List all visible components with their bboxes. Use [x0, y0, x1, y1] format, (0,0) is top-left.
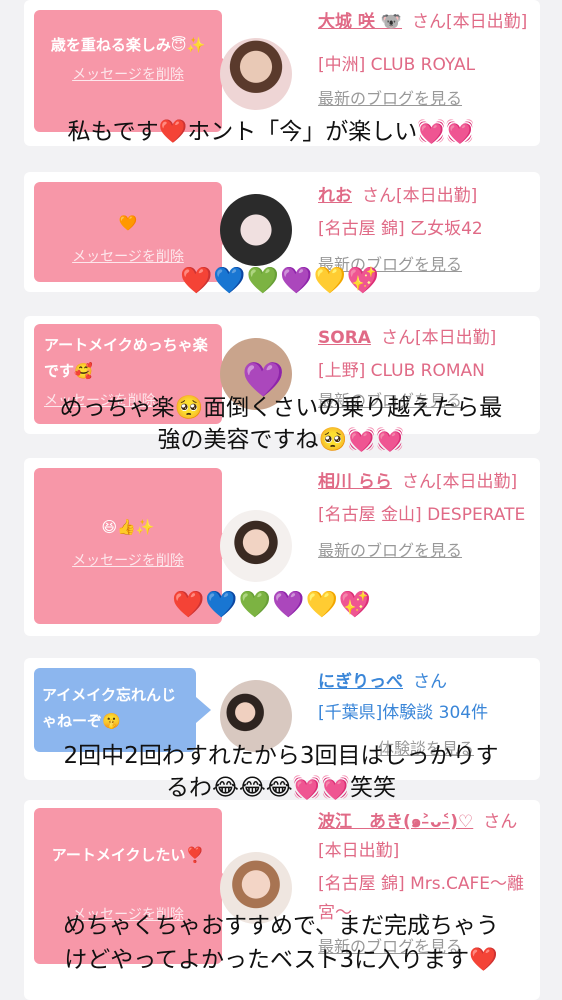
avatar[interactable]	[220, 38, 292, 110]
delete-message-link[interactable]: メッセージを削除	[44, 64, 212, 84]
overlay-caption: 強の美容ですね🥺💓💓	[157, 427, 405, 453]
heart-emoji-row: ❤️💙💚💜💛💖	[172, 590, 373, 620]
message-text: アートメイクしたい❣️	[51, 846, 205, 864]
cast-status: さん[本日出勤]	[412, 12, 528, 32]
avatar[interactable]	[220, 194, 292, 266]
cast-name-link[interactable]: SORA	[318, 328, 371, 348]
heart-emoji-row: ❤️💙💚💜💛💖	[180, 266, 381, 296]
cast-info: れお さん[本日出勤] [名古屋 錦] 乙女坂42 最新のブログを見る	[318, 182, 530, 279]
overlay-caption: めっちゃ楽🥺面倒くさいの乗り越えたら最	[59, 395, 503, 421]
cast-status: さん[本日出勤]	[380, 328, 497, 348]
cast-name-link[interactable]: にぎりっぺ	[318, 672, 403, 692]
cast-name-link[interactable]: 相川 らら	[318, 472, 392, 492]
store-link[interactable]: [中洲] CLUB ROYAL	[318, 51, 530, 80]
cast-status: さん[本日出勤]	[401, 472, 518, 492]
avatar[interactable]	[220, 510, 292, 582]
message-bubble: 歳を重ねる楽しみ😇✨ メッセージを削除	[34, 10, 237, 132]
cast-info: 相川 らら さん[本日出勤] [名古屋 金山] DESPERATE 最新のブログを…	[318, 468, 530, 565]
message-text: アイメイク忘れんじゃねーぞ🤫	[42, 686, 176, 730]
overlay-caption: けどやってよかったベスト3に入ります❤️	[64, 947, 498, 973]
store-link[interactable]: [千葉県]体験談 304件	[318, 699, 530, 728]
cast-name-link[interactable]: 大城 咲 🐨	[318, 12, 402, 32]
overlay-caption: めちゃくちゃおすすめで、まだ完成ちゃう	[62, 913, 500, 939]
store-link[interactable]: [名古屋 金山] DESPERATE	[318, 501, 530, 530]
blog-link[interactable]: 最新のブログを見る	[318, 536, 530, 565]
overlay-caption: 2回中2回わすれたから3回目はしっかりす	[63, 743, 499, 769]
cast-name-link[interactable]: れお	[318, 186, 352, 206]
cast-status: さん	[413, 672, 447, 692]
message-text: 歳を重ねる楽しみ😇✨	[50, 36, 206, 54]
blog-link[interactable]: 最新のブログを見る	[318, 84, 530, 113]
message-text: 😆👍✨	[101, 518, 155, 536]
cast-name-link[interactable]: 波江 あき(๑˃̵ᴗ˂̵)♡	[318, 812, 473, 832]
store-link[interactable]: [上野] CLUB ROMAN	[318, 357, 530, 386]
delete-message-link[interactable]: メッセージを削除	[44, 550, 212, 570]
message-text: 🧡	[118, 214, 138, 232]
store-link[interactable]: [名古屋 錦] 乙女坂42	[318, 215, 530, 244]
delete-message-link[interactable]: メッセージを削除	[44, 246, 212, 266]
message-text: アートメイクめっちゃ楽です🥰	[44, 336, 208, 380]
cast-status: さん[本日出勤]	[362, 186, 478, 206]
overlay-caption: 私もです❤️ホント「今」が楽しい💓💓	[67, 119, 475, 145]
cast-info: 大城 咲 🐨 さん[本日出勤] [中洲] CLUB ROYAL 最新のブログを見る	[318, 8, 530, 113]
